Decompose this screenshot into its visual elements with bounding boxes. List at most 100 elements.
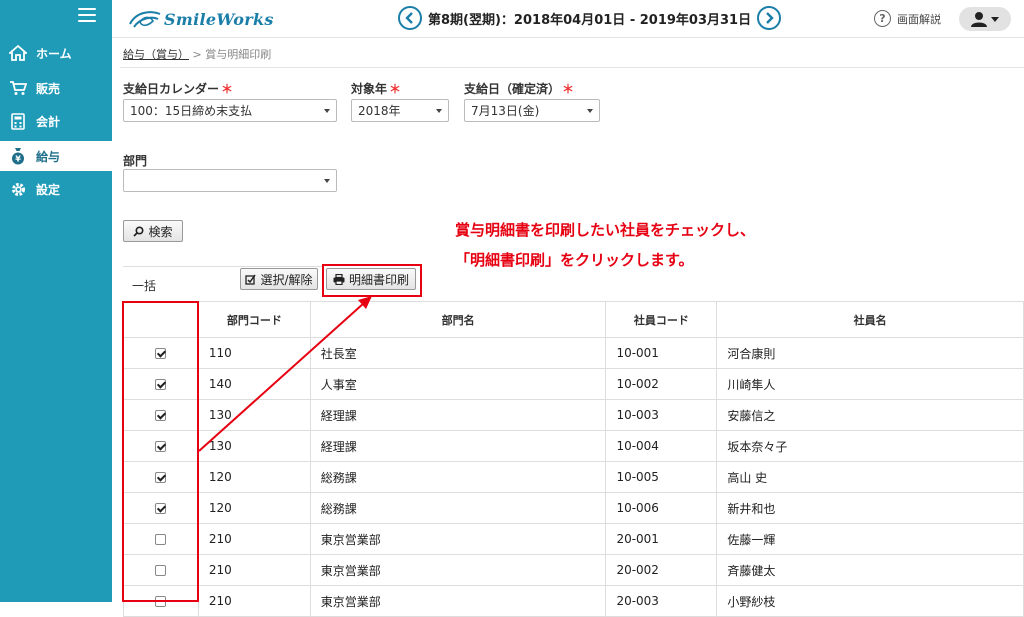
dropdown-arrow-icon [324, 179, 330, 183]
dept-name-cell: 社長室 [309, 337, 607, 369]
sidebar-item-settings[interactable]: 設定 [0, 174, 112, 204]
row-checkbox-cell [123, 492, 199, 524]
header-emp-code[interactable]: 社員コード [605, 301, 718, 338]
row-checkbox[interactable] [155, 472, 167, 483]
sidebar-item-payroll[interactable]: ¥ 給与 [0, 141, 112, 171]
row-checkbox[interactable] [155, 534, 167, 545]
sidebar-item-accounting[interactable]: 会計 [0, 106, 112, 136]
header-emp-name[interactable]: 社員名 [716, 301, 1024, 338]
row-checkbox[interactable] [155, 503, 167, 514]
printer-icon [333, 273, 345, 285]
dept-code-cell: 210 [197, 554, 311, 586]
breadcrumb-current: 賞与明細印刷 [205, 48, 272, 61]
dept-name-cell: 人事室 [309, 368, 607, 400]
row-checkbox-cell [123, 461, 199, 493]
hamburger-menu-icon[interactable] [78, 8, 96, 22]
row-checkbox[interactable] [155, 441, 167, 452]
breadcrumb-parent-link[interactable]: 給与（賞与） [123, 48, 189, 61]
dept-code-cell: 140 [197, 368, 311, 400]
next-period-button[interactable] [757, 6, 782, 30]
calendar-select[interactable]: 100：15日締め末支払 [123, 99, 337, 122]
search-button[interactable]: 検索 [123, 220, 183, 242]
emp-name-cell: 佐藤一輝 [716, 523, 1024, 555]
help-icon: ? [874, 10, 891, 27]
row-checkbox[interactable] [155, 565, 167, 576]
required-mark: ＊ [389, 82, 402, 96]
year-label-text: 対象年 [351, 82, 388, 96]
header-dept-code[interactable]: 部門コード [197, 301, 311, 338]
dept-label: 部門 [123, 154, 148, 168]
dept-select[interactable] [123, 169, 337, 192]
chevron-left-icon [405, 12, 413, 24]
emp-name-cell: 新井和也 [716, 492, 1024, 524]
row-checkbox-cell [123, 368, 199, 400]
row-checkbox-cell [123, 337, 199, 369]
dept-name-cell: 東京営業部 [309, 523, 607, 555]
table-row[interactable]: 130 経理課 10-003 安藤信之 [123, 399, 1024, 431]
dept-code-cell: 120 [197, 461, 311, 493]
dept-name-cell: 経理課 [309, 430, 607, 462]
dept-code-cell: 210 [197, 585, 311, 617]
row-checkbox[interactable] [155, 348, 167, 359]
annotation-line-2: 「明細書印刷」をクリックします。 [455, 251, 694, 269]
user-icon [971, 12, 999, 27]
smileworks-logo[interactable]: SmileWorks [128, 8, 274, 30]
paydate-label: 支給日（確定済）＊ [464, 80, 574, 97]
row-checkbox-cell [123, 523, 199, 555]
select-toggle-label: 選択/解除 [260, 272, 313, 287]
table-row[interactable]: 120 総務課 10-005 高山 史 [123, 461, 1024, 493]
dept-code-cell: 110 [197, 337, 311, 369]
select-toggle-button[interactable]: 選択/解除 [240, 268, 318, 290]
emp-name-cell: 高山 史 [716, 461, 1024, 493]
paydate-select[interactable]: 7月13日(金) [464, 99, 600, 122]
prev-period-button[interactable] [398, 6, 422, 30]
dept-code-cell: 130 [197, 399, 311, 431]
search-icon [133, 225, 144, 237]
row-checkbox-cell [123, 430, 199, 462]
dropdown-arrow-icon [324, 109, 330, 113]
sidebar-item-home[interactable]: ホーム [0, 38, 112, 68]
user-menu-button[interactable] [959, 7, 1011, 31]
emp-code-cell: 10-002 [605, 368, 718, 400]
header-checkbox-column [123, 301, 199, 338]
print-statement-button[interactable]: 明細書印刷 [326, 268, 416, 290]
sidebar-item-sales[interactable]: 販売 [0, 73, 112, 103]
dept-name-cell: 経理課 [309, 399, 607, 431]
emp-code-cell: 20-003 [605, 585, 718, 617]
row-checkbox[interactable] [155, 410, 167, 421]
sidebar-item-label: 給与 [36, 149, 61, 164]
table-row[interactable]: 210 東京営業部 20-003 小野紗枝 [123, 585, 1024, 617]
sidebar-item-label: 会計 [36, 114, 61, 129]
table-row[interactable]: 110 社長室 10-001 河合康則 [123, 337, 1024, 369]
year-select-value: 2018年 [358, 104, 401, 118]
emp-code-cell: 20-002 [605, 554, 718, 586]
period-navigator: 第8期(翌期)：2018年04月01日 - 2019年03月31日 [398, 6, 782, 30]
header-dept-name[interactable]: 部門名 [309, 301, 607, 338]
dept-name-cell: 東京営業部 [309, 585, 607, 617]
table-row[interactable]: 130 経理課 10-004 坂本奈々子 [123, 430, 1024, 462]
table-row[interactable]: 140 人事室 10-002 川崎隼人 [123, 368, 1024, 400]
year-select[interactable]: 2018年 [351, 99, 449, 122]
search-button-label: 検索 [148, 224, 173, 239]
emp-name-cell: 安藤信之 [716, 399, 1024, 431]
table-row[interactable]: 210 東京営業部 20-002 斉藤健太 [123, 554, 1024, 586]
dept-code-cell: 130 [197, 430, 311, 462]
home-icon [8, 43, 28, 63]
table-row[interactable]: 120 総務課 10-006 新井和也 [123, 492, 1024, 524]
print-statement-label: 明細書印刷 [348, 272, 409, 287]
calendar-select-value: 100：15日締め末支払 [130, 104, 253, 118]
dept-name-cell: 総務課 [309, 461, 607, 493]
emp-code-cell: 10-005 [605, 461, 718, 493]
required-mark: ＊ [221, 82, 234, 96]
svg-text:¥: ¥ [15, 155, 21, 164]
emp-name-cell: 坂本奈々子 [716, 430, 1024, 462]
period-label: 第8期(翌期)：2018年04月01日 - 2019年03月31日 [428, 12, 752, 28]
row-checkbox-cell [123, 399, 199, 431]
dropdown-arrow-icon [587, 109, 593, 113]
dept-name-cell: 総務課 [309, 492, 607, 524]
logo-mark-icon [129, 11, 161, 28]
dept-name-cell: 東京営業部 [309, 554, 607, 586]
screen-help-link[interactable]: ? 画面解説 [874, 10, 941, 27]
table-row[interactable]: 210 東京営業部 20-001 佐藤一輝 [123, 523, 1024, 555]
row-checkbox[interactable] [155, 379, 167, 390]
